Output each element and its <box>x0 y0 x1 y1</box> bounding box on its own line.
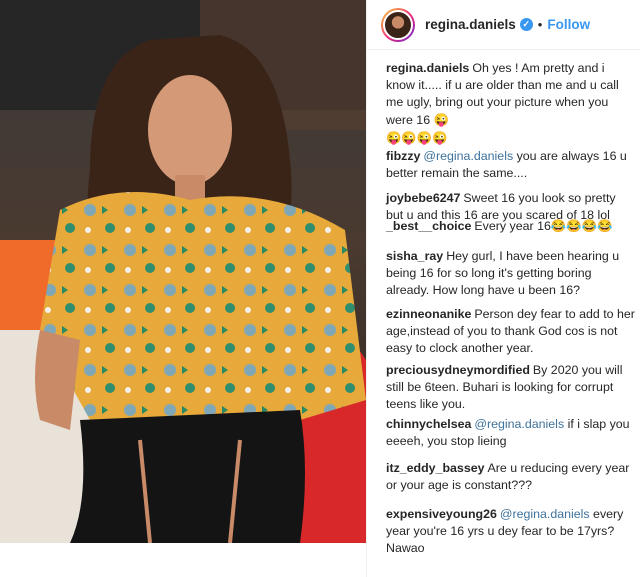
header-username[interactable]: regina.daniels <box>425 17 516 32</box>
comment-item: itz_eddy_bassey Are u reducing every year… <box>386 460 636 494</box>
comment-username[interactable]: ezinneonanike <box>386 307 471 321</box>
post-side-panel: regina.daniels ✓ • Follow regina.daniels… <box>366 0 640 577</box>
comment-mention[interactable]: @regina.daniels <box>500 507 590 521</box>
comment-username[interactable]: _best__choice <box>386 219 471 233</box>
comment-mention[interactable]: @regina.daniels <box>474 417 564 431</box>
comment-item: sisha_ray Hey gurl, I have been hearing u… <box>386 248 636 300</box>
comment-mention[interactable]: @regina.daniels <box>423 149 513 163</box>
avatar[interactable] <box>381 7 415 42</box>
post-header: regina.daniels ✓ • Follow <box>367 0 640 50</box>
comment-username[interactable]: expensiveyoung26 <box>386 507 497 521</box>
comment-username[interactable]: regina.daniels <box>386 61 469 75</box>
verified-badge-icon: ✓ <box>519 18 533 31</box>
comment-item: ezinneonanike Person dey fear to add to h… <box>386 306 636 358</box>
comment-username[interactable]: preciousydneymordified <box>386 363 530 377</box>
separator-dot: • <box>537 17 543 32</box>
follow-button[interactable]: Follow <box>547 17 590 32</box>
comment-username[interactable]: fibzzy <box>386 149 420 163</box>
comment-text: Every year 16😂😂😂😂 <box>474 219 613 233</box>
comment-item: expensiveyoung26 @regina.daniels every ye… <box>386 506 636 558</box>
comment-caption: regina.daniels Oh yes ! Am pretty and i k… <box>386 60 636 129</box>
comment-item: _best__choice Every year 16😂😂😂😂 <box>386 218 636 235</box>
comment-text: 😜😜😜😜 <box>386 131 448 145</box>
post-photo[interactable] <box>0 0 366 543</box>
comment-username[interactable]: chinnychelsea <box>386 417 471 431</box>
comment-username[interactable]: sisha_ray <box>386 249 443 263</box>
comment-item: preciousydneymordified By 2020 you will s… <box>386 362 636 414</box>
comment-item: fibzzy @regina.daniels you are always 16 … <box>386 148 636 182</box>
comment-emoji-line: 😜😜😜😜 <box>386 130 636 147</box>
comment-username[interactable]: joybebe6247 <box>386 191 460 205</box>
comment-username[interactable]: itz_eddy_bassey <box>386 461 485 475</box>
post-photo-illustration <box>0 0 366 543</box>
comment-item: chinnychelsea @regina.daniels if i slap y… <box>386 416 636 450</box>
